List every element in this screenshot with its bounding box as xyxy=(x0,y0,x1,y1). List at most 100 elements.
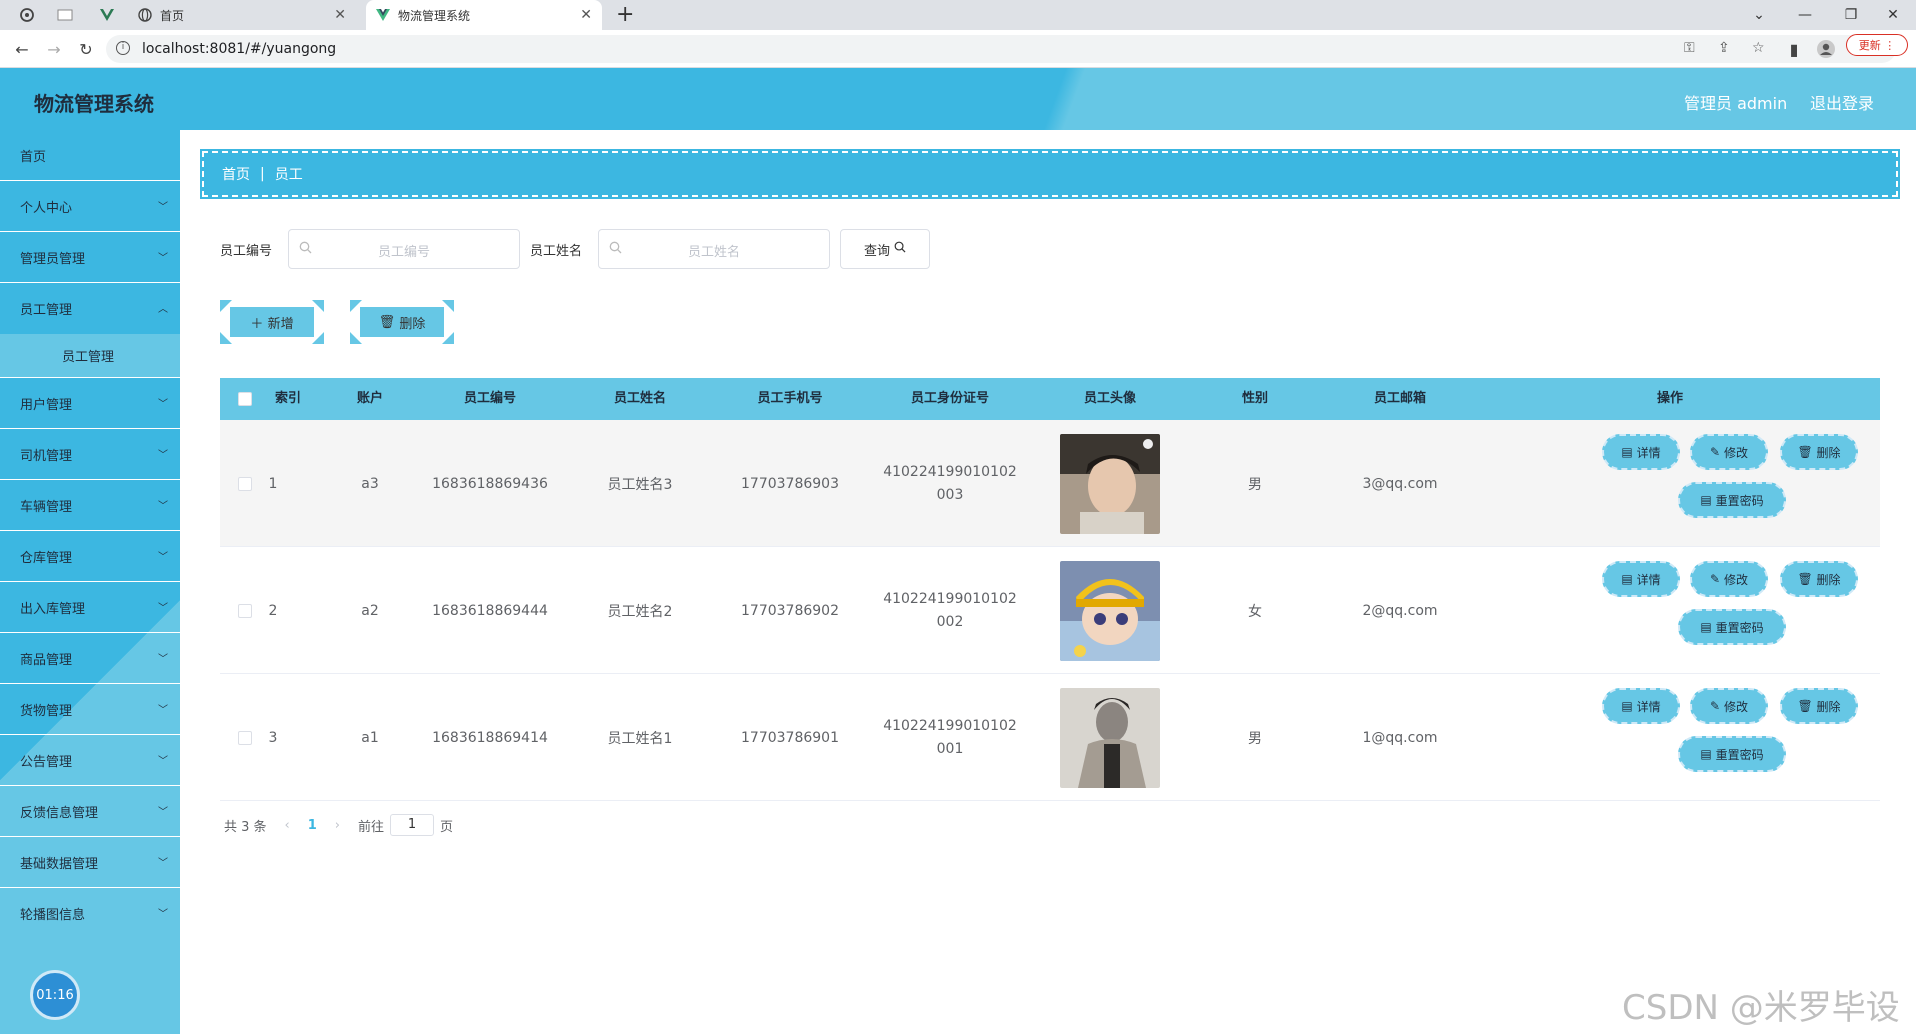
close-window-icon[interactable]: ✕ xyxy=(1870,0,1916,30)
breadcrumb-home[interactable]: 首页 xyxy=(222,164,250,184)
edit-label: 修改 xyxy=(1723,699,1748,714)
document-icon: ▤ xyxy=(1621,699,1633,713)
sidebar-item-carousel-info[interactable]: 轮播图信息 ﹀ xyxy=(0,888,180,939)
delete-button[interactable]: 🗑 删除 xyxy=(1780,434,1858,470)
edit-button[interactable]: ✎ 修改 xyxy=(1690,688,1768,724)
url-field[interactable]: i localhost:8081/#/yuangong ⚿ ⇪ ☆ xyxy=(106,35,1896,63)
sidebar-item-admin-management[interactable]: 管理员管理 ﹀ xyxy=(0,232,180,283)
sidebar-item-home[interactable]: 首页 xyxy=(0,130,180,181)
sidebar-item-employee-management[interactable]: 员工管理 ︿ xyxy=(0,283,180,334)
cell-phone: 17703786901 xyxy=(741,729,839,746)
reset-password-button[interactable]: ▤ 重置密码 xyxy=(1678,609,1786,645)
logout-link[interactable]: 退出登录 xyxy=(1810,90,1874,114)
employee-name-input[interactable]: 员工姓名 xyxy=(598,229,830,269)
sidebar-item-notice-management[interactable]: 公告管理 ﹀ xyxy=(0,735,180,786)
id-line: 410224199010102 xyxy=(883,463,1017,480)
key-icon[interactable]: ⚿ xyxy=(1684,40,1695,56)
restore-icon[interactable]: ❐ xyxy=(1828,0,1874,30)
sidebar-item-personal-center[interactable]: 个人中心 ﹀ xyxy=(0,181,180,232)
delete-label: 删除 xyxy=(1816,572,1841,587)
chevron-down-icon: ﹀ xyxy=(158,603,168,614)
employee-name-placeholder: 员工姓名 xyxy=(687,245,740,260)
employee-table: 索引 账户 员工编号 员工姓名 员工手机号 员工身份证号 员工头像 性别 员工邮… xyxy=(220,378,1880,801)
sidebar-item-label: 基础数据管理 xyxy=(20,856,99,872)
minimize-icon[interactable]: — xyxy=(1782,0,1828,30)
chevron-down-icon: ﹀ xyxy=(158,450,168,461)
table-row: 1 a3 1683618869436 员工姓名3 17703786903 410… xyxy=(220,420,1880,547)
close-tab-icon[interactable]: ✕ xyxy=(334,7,346,23)
cell-account: a1 xyxy=(361,729,379,746)
back-icon[interactable]: ← xyxy=(10,37,34,61)
cell-account: a3 xyxy=(361,475,379,492)
sidebar-item-goods-management[interactable]: 货物管理 ﹀ xyxy=(0,684,180,735)
page-number[interactable]: 1 xyxy=(308,818,317,833)
batch-delete-button[interactable]: 🗑 删除 xyxy=(350,300,454,344)
avatar[interactable] xyxy=(1060,687,1160,788)
employee-no-input[interactable]: 员工编号 xyxy=(288,229,520,269)
pencil-icon: ✎ xyxy=(1710,699,1721,713)
cell-index: 3 xyxy=(268,729,278,746)
goto-suffix: 页 xyxy=(440,819,454,835)
document-icon: ▤ xyxy=(1700,493,1712,507)
sidebar-item-label: 商品管理 xyxy=(20,652,73,668)
app-header: 物流管理系统 管理员 admin 退出登录 xyxy=(0,68,1916,130)
avatar[interactable] xyxy=(1060,560,1160,661)
cell-id-number: 410224199010102 002 xyxy=(870,547,1030,674)
tab-favicon-2[interactable] xyxy=(56,6,74,24)
bookmark-star-icon[interactable]: ☆ xyxy=(1752,40,1765,56)
sidebar-item-vehicle-management[interactable]: 车辆管理 ﹀ xyxy=(0,480,180,531)
side-panel-icon[interactable]: ▮ xyxy=(1782,37,1806,61)
reset-password-button[interactable]: ▤ 重置密码 xyxy=(1678,736,1786,772)
edit-button[interactable]: ✎ 修改 xyxy=(1690,561,1768,597)
tab-search-icon[interactable]: ⌄ xyxy=(1736,0,1782,30)
sidebar-item-warehouse-management[interactable]: 仓库管理 ﹀ xyxy=(0,531,180,582)
delete-button[interactable]: 🗑 删除 xyxy=(1780,561,1858,597)
sidebar-subitem-employee-management[interactable]: 员工管理 xyxy=(0,334,180,378)
tab-favicon-3[interactable] xyxy=(98,6,116,24)
tab-favicon-1[interactable] xyxy=(18,6,36,24)
add-button[interactable]: ＋ 新增 xyxy=(220,300,324,344)
goto-page-input[interactable]: 1 xyxy=(390,814,435,836)
next-page-icon[interactable]: › xyxy=(335,818,340,833)
forward-icon[interactable]: → xyxy=(42,37,66,61)
sidebar-item-feedback-management[interactable]: 反馈信息管理 ﹀ xyxy=(0,786,180,837)
close-tab-icon[interactable]: ✕ xyxy=(580,7,592,23)
employee-no-label: 员工编号 xyxy=(220,244,273,259)
sidebar-item-label: 司机管理 xyxy=(20,448,73,464)
sidebar-item-label: 轮播图信息 xyxy=(20,908,86,923)
sidebar-item-label: 反馈信息管理 xyxy=(20,805,99,821)
trash-icon: 🗑 xyxy=(378,314,396,330)
query-button[interactable]: 查询 xyxy=(840,229,930,269)
share-icon[interactable]: ⇪ xyxy=(1718,40,1730,56)
pagination: 共 3 条 ‹ 1 › 前往 1 页 xyxy=(224,814,453,836)
sidebar-item-label: 用户管理 xyxy=(20,397,73,413)
new-tab-button[interactable]: + xyxy=(616,2,634,28)
sidebar-item-product-management[interactable]: 商品管理 ﹀ xyxy=(0,633,180,684)
globe-icon xyxy=(138,8,152,22)
sidebar-item-label: 仓库管理 xyxy=(20,550,73,566)
detail-button[interactable]: ▤ 详情 xyxy=(1602,561,1680,597)
tab-home[interactable]: 首页 ✕ xyxy=(128,0,356,30)
sidebar-item-basic-data-management[interactable]: 基础数据管理 ﹀ xyxy=(0,837,180,888)
column-header: 员工手机号 xyxy=(757,391,823,406)
sidebar-item-user-management[interactable]: 用户管理 ﹀ xyxy=(0,378,180,429)
sidebar-item-inout-management[interactable]: 出入库管理 ﹀ xyxy=(0,582,180,633)
update-label: 更新 xyxy=(1858,39,1881,52)
update-button[interactable]: 更新 ⋮ xyxy=(1846,34,1908,56)
site-info-icon[interactable]: i xyxy=(116,41,130,55)
chevron-down-icon: ﹀ xyxy=(158,399,168,410)
reload-icon[interactable]: ↻ xyxy=(74,37,98,61)
profile-icon[interactable] xyxy=(1814,37,1838,61)
avatar[interactable] xyxy=(1060,433,1160,534)
tab-active[interactable]: 物流管理系统 ✕ xyxy=(366,0,602,30)
breadcrumb-separator: | xyxy=(260,166,265,182)
detail-button[interactable]: ▤ 详情 xyxy=(1602,434,1680,470)
sidebar-item-driver-management[interactable]: 司机管理 ﹀ xyxy=(0,429,180,480)
trash-icon: 🗑 xyxy=(1797,445,1813,459)
chevron-down-icon: ﹀ xyxy=(158,858,168,869)
reset-password-button[interactable]: ▤ 重置密码 xyxy=(1678,482,1786,518)
delete-button[interactable]: 🗑 删除 xyxy=(1780,688,1858,724)
detail-button[interactable]: ▤ 详情 xyxy=(1602,688,1680,724)
edit-button[interactable]: ✎ 修改 xyxy=(1690,434,1768,470)
prev-page-icon[interactable]: ‹ xyxy=(285,818,290,833)
